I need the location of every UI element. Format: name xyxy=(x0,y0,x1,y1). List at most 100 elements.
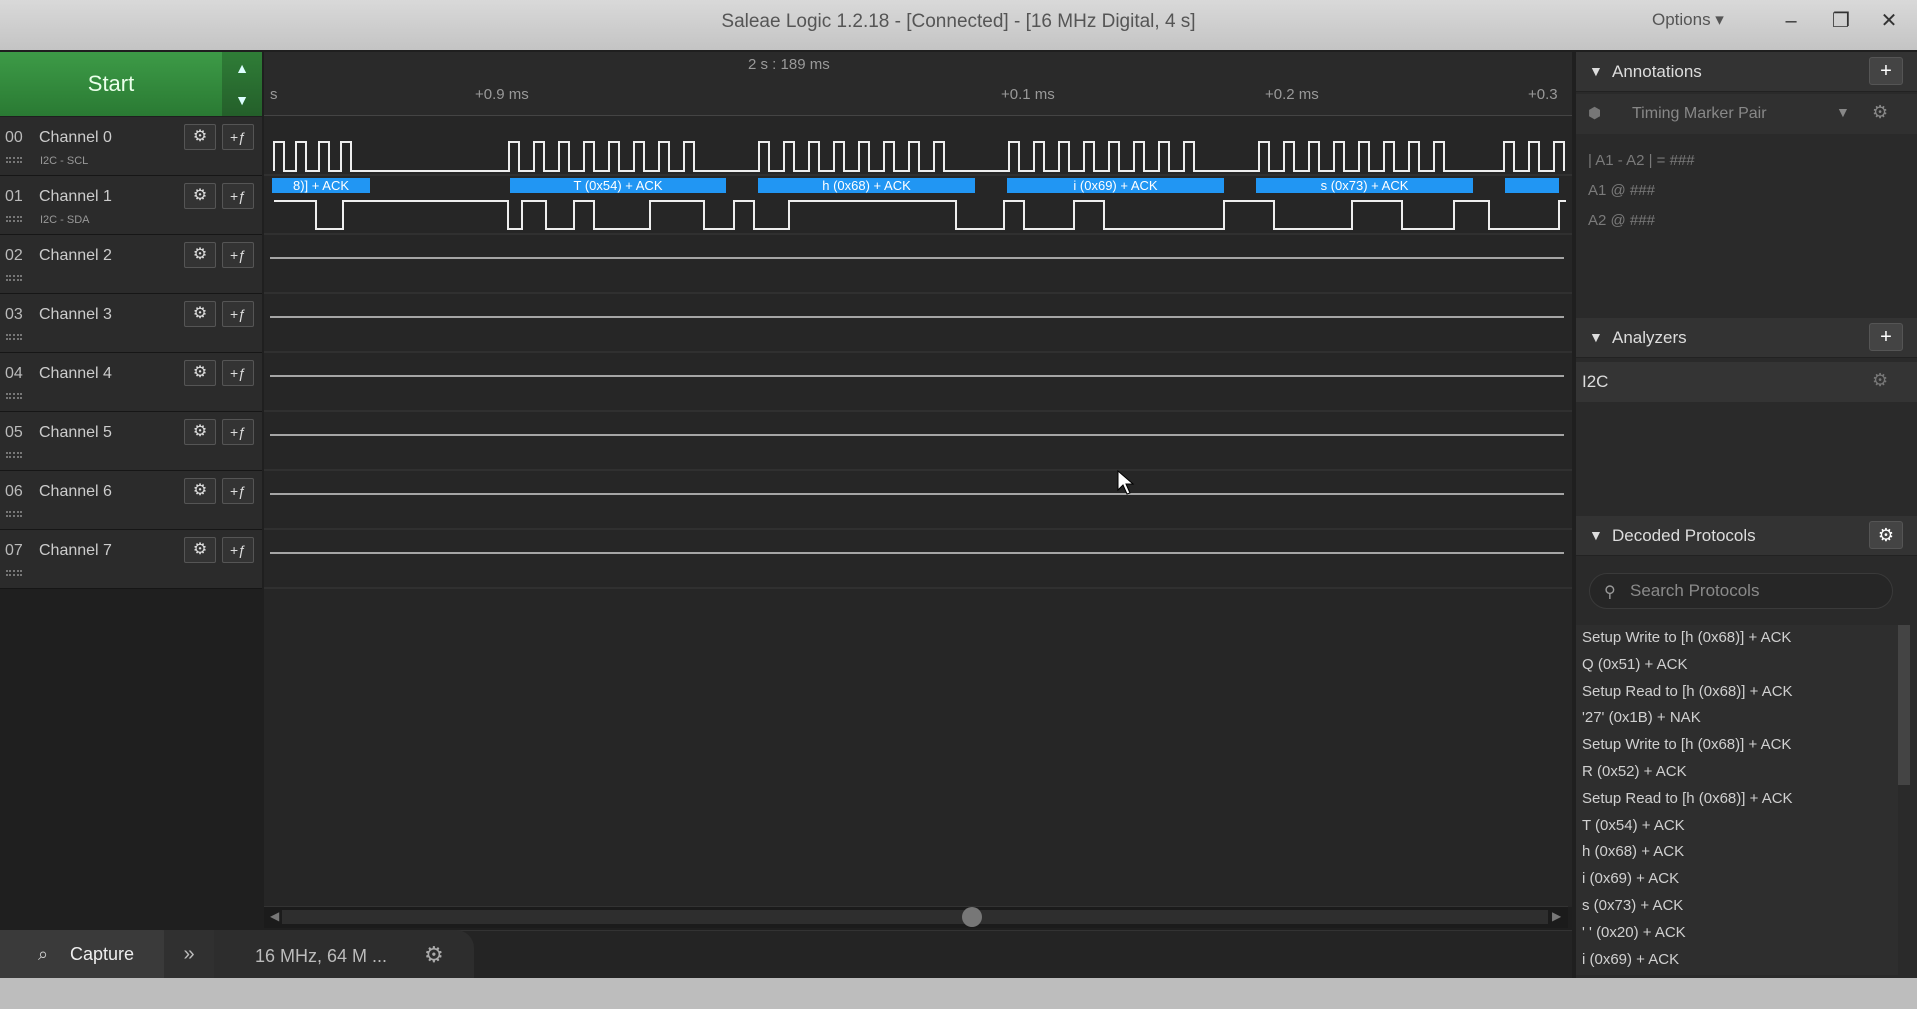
trigger-button[interactable]: +ƒ xyxy=(222,537,254,563)
status-bar xyxy=(0,978,1917,1009)
close-icon[interactable]: ✕ xyxy=(1872,6,1906,36)
gear-icon[interactable]: ⚙ xyxy=(1872,370,1888,391)
channel-settings-button[interactable]: ⚙ xyxy=(184,124,216,150)
channel-settings-button[interactable]: ⚙ xyxy=(184,183,216,209)
decode-bubble[interactable]: 8)] + ACK xyxy=(272,178,370,193)
trigger-button[interactable]: +ƒ xyxy=(222,360,254,386)
restore-icon[interactable]: ❐ xyxy=(1824,6,1858,36)
decode-bubble[interactable]: i (0x69) + ACK xyxy=(1007,178,1224,193)
channel-row[interactable]: 06 Channel 6 ⚙ +ƒ xyxy=(0,471,262,530)
trigger-button[interactable]: +ƒ xyxy=(222,478,254,504)
drag-handle-icon[interactable] xyxy=(6,570,22,576)
capture-label[interactable]: Capture xyxy=(70,944,134,965)
drag-handle-icon[interactable] xyxy=(6,511,22,517)
list-item[interactable]: s (0x73) + ACK xyxy=(1576,893,1898,920)
list-item[interactable]: ' ' (0x20) + ACK xyxy=(1576,920,1898,947)
decode-bubble[interactable]: T (0x54) + ACK xyxy=(510,178,726,193)
channel-number: 00 xyxy=(5,129,23,146)
channel-name[interactable]: Channel 0 xyxy=(39,129,112,147)
channel-name[interactable]: Channel 2 xyxy=(39,247,112,265)
channel-number: 07 xyxy=(5,542,23,559)
channel-number: 04 xyxy=(5,365,23,382)
start-button[interactable]: Start xyxy=(0,52,222,116)
channel-name[interactable]: Channel 7 xyxy=(39,542,112,560)
sample-rate-label[interactable]: 16 MHz, 64 M ... xyxy=(255,946,387,967)
trigger-button[interactable]: +ƒ xyxy=(222,124,254,150)
list-item[interactable]: Q (0x51) + ACK xyxy=(1576,652,1898,679)
drag-handle-icon[interactable] xyxy=(6,216,22,222)
list-item[interactable]: i (0x69) + ACK xyxy=(1576,947,1898,974)
timing-marker-row[interactable]: ⬢ Timing Marker Pair ▼ ⚙ xyxy=(1576,94,1917,134)
channel-row[interactable]: 03 Channel 3 ⚙ +ƒ xyxy=(0,294,262,353)
channel-name[interactable]: Channel 5 xyxy=(39,424,112,442)
drag-handle-icon[interactable] xyxy=(6,452,22,458)
channel-settings-button[interactable]: ⚙ xyxy=(184,478,216,504)
trigger-button[interactable]: +ƒ xyxy=(222,301,254,327)
marker-a2: A2 @ ### xyxy=(1588,212,1655,229)
channel-row[interactable]: 04 Channel 4 ⚙ +ƒ xyxy=(0,353,262,412)
channel-settings-button[interactable]: ⚙ xyxy=(184,301,216,327)
list-item[interactable]: Setup Read to [h (0x68)] + ACK xyxy=(1576,679,1898,706)
drag-handle-icon[interactable] xyxy=(6,157,22,163)
list-item[interactable]: Setup Read to [h (0x68)] + ACK xyxy=(1576,786,1898,813)
gear-icon[interactable]: ⚙ xyxy=(1872,102,1888,123)
trigger-button[interactable]: +ƒ xyxy=(222,242,254,268)
channel-name[interactable]: Channel 1 xyxy=(39,188,112,206)
annotations-header[interactable]: ▼ Annotations + xyxy=(1576,52,1917,92)
channel-name[interactable]: Channel 6 xyxy=(39,483,112,501)
channel-settings-button[interactable]: ⚙ xyxy=(184,537,216,563)
analyzers-header[interactable]: ▼ Analyzers + xyxy=(1576,318,1917,358)
analyzer-item[interactable]: I2C ⚙ xyxy=(1576,362,1917,402)
channel-settings-button[interactable]: ⚙ xyxy=(184,242,216,268)
decode-bubble-partial[interactable] xyxy=(1505,178,1559,193)
channel-name[interactable]: Channel 4 xyxy=(39,365,112,383)
search-input[interactable] xyxy=(1628,575,1884,607)
channel-row[interactable]: 01 Channel 1 I2C - SDA ⚙ +ƒ xyxy=(0,176,262,235)
trigger-button[interactable]: +ƒ xyxy=(222,419,254,445)
list-item[interactable]: Setup Write to [h (0x68)] + ACK xyxy=(1576,625,1898,652)
drag-handle-icon[interactable] xyxy=(6,275,22,281)
list-item[interactable]: Setup Write to [h (0x68)] + ACK xyxy=(1576,732,1898,759)
collapse-icon[interactable]: ▼ xyxy=(1589,63,1603,79)
gear-icon[interactable]: ⚙ xyxy=(424,942,444,968)
channel-row[interactable]: 02 Channel 2 ⚙ +ƒ xyxy=(0,235,262,294)
minimize-icon[interactable]: – xyxy=(1774,6,1808,36)
trigger-button[interactable]: +ƒ xyxy=(222,183,254,209)
chevron-down-icon[interactable]: ▼ xyxy=(222,84,262,116)
time-ruler[interactable] xyxy=(264,52,1572,116)
decode-bubble[interactable]: h (0x68) + ACK xyxy=(758,178,975,193)
scroll-track[interactable] xyxy=(282,910,1548,924)
start-options[interactable]: ▲ ▼ xyxy=(222,52,262,116)
drag-handle-icon[interactable] xyxy=(6,334,22,340)
list-item[interactable]: R (0x52) + ACK xyxy=(1576,759,1898,786)
scroll-left-icon[interactable]: ◀ xyxy=(270,909,279,923)
channel-number: 03 xyxy=(5,306,23,323)
list-item[interactable]: i (0x69) + ACK xyxy=(1576,866,1898,893)
channel-name[interactable]: Channel 3 xyxy=(39,306,112,324)
decode-bubble[interactable]: s (0x73) + ACK xyxy=(1256,178,1473,193)
channel-row[interactable]: 00 Channel 0 I2C - SCL ⚙ +ƒ xyxy=(0,117,262,176)
list-item[interactable]: T (0x54) + ACK xyxy=(1576,813,1898,840)
expand-icon[interactable]: » xyxy=(164,930,214,978)
scl-waveform xyxy=(273,141,1565,172)
chevron-down-icon[interactable]: ▼ xyxy=(1836,104,1850,120)
list-item[interactable]: h (0x68) + ACK xyxy=(1576,839,1898,866)
scroll-thumb[interactable] xyxy=(962,907,982,927)
options-menu[interactable]: Options ▾ xyxy=(1652,10,1724,30)
add-annotation-button[interactable]: + xyxy=(1869,57,1903,85)
channel-settings-button[interactable]: ⚙ xyxy=(184,360,216,386)
scroll-right-icon[interactable]: ▶ xyxy=(1552,909,1561,923)
decoded-protocols-list[interactable]: Setup Write to [h (0x68)] + ACK Q (0x51) … xyxy=(1576,625,1898,975)
chevron-up-icon[interactable]: ▲ xyxy=(222,52,262,84)
collapse-icon[interactable]: ▼ xyxy=(1589,527,1603,543)
channel-row[interactable]: 07 Channel 7 ⚙ +ƒ xyxy=(0,530,262,589)
list-scrollbar[interactable] xyxy=(1898,625,1910,785)
drag-handle-icon[interactable] xyxy=(6,393,22,399)
add-analyzer-button[interactable]: + xyxy=(1869,323,1903,351)
collapse-icon[interactable]: ▼ xyxy=(1589,329,1603,345)
decoded-protocols-header[interactable]: ▼ Decoded Protocols ⚙ xyxy=(1576,516,1917,556)
channel-row[interactable]: 05 Channel 5 ⚙ +ƒ xyxy=(0,412,262,471)
list-item[interactable]: '27' (0x1B) + NAK xyxy=(1576,705,1898,732)
gear-icon[interactable]: ⚙ xyxy=(1869,521,1903,549)
channel-settings-button[interactable]: ⚙ xyxy=(184,419,216,445)
